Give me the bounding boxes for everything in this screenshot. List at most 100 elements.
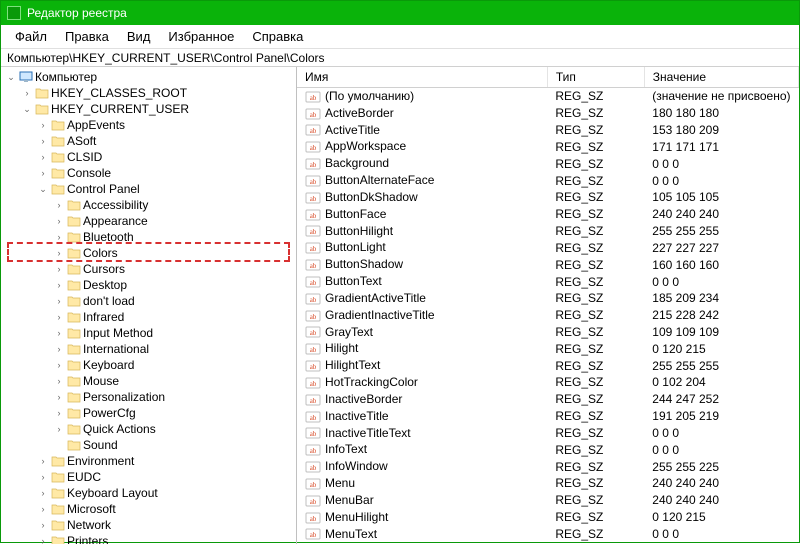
value-row[interactable]: abActiveTitleREG_SZ153 180 209 bbox=[297, 122, 799, 139]
value-row[interactable]: abButtonTextREG_SZ0 0 0 bbox=[297, 273, 799, 290]
value-row[interactable]: ab(По умолчанию)REG_SZ(значение не присв… bbox=[297, 88, 799, 105]
chevron-right-icon[interactable]: › bbox=[37, 503, 49, 515]
tree-item-console[interactable]: ›Console bbox=[35, 165, 296, 181]
tree-item-label: CLSID bbox=[67, 149, 102, 165]
chevron-right-icon[interactable]: › bbox=[53, 423, 65, 435]
tree-item-environment[interactable]: ›Environment bbox=[35, 453, 296, 469]
tree-item-quick-actions[interactable]: ›Quick Actions bbox=[51, 421, 296, 437]
menu-view[interactable]: Вид bbox=[119, 27, 159, 46]
chevron-right-icon[interactable]: › bbox=[53, 375, 65, 387]
chevron-right-icon[interactable]: › bbox=[37, 487, 49, 499]
value-row[interactable]: abButtonLightREG_SZ227 227 227 bbox=[297, 239, 799, 256]
chevron-right-icon[interactable]: › bbox=[21, 87, 33, 99]
chevron-right-icon[interactable]: › bbox=[53, 407, 65, 419]
menu-file[interactable]: Файл bbox=[7, 27, 55, 46]
tree-item-keyboard[interactable]: ›Keyboard bbox=[51, 357, 296, 373]
value-row[interactable]: abButtonAlternateFaceREG_SZ0 0 0 bbox=[297, 172, 799, 189]
chevron-right-icon[interactable]: › bbox=[53, 327, 65, 339]
svg-text:ab: ab bbox=[310, 279, 317, 287]
chevron-right-icon[interactable]: › bbox=[53, 231, 65, 243]
chevron-right-icon[interactable]: › bbox=[37, 119, 49, 131]
menu-help[interactable]: Справка bbox=[244, 27, 311, 46]
value-row[interactable]: abInactiveTitleREG_SZ191 205 219 bbox=[297, 408, 799, 425]
tree-item-don-t-load[interactable]: ›don't load bbox=[51, 293, 296, 309]
value-row[interactable]: abButtonShadowREG_SZ160 160 160 bbox=[297, 256, 799, 273]
value-row[interactable]: abBackgroundREG_SZ0 0 0 bbox=[297, 155, 799, 172]
tree-item-cursors[interactable]: ›Cursors bbox=[51, 261, 296, 277]
tree-item-control-panel[interactable]: ⌄Control Panel bbox=[35, 181, 296, 197]
chevron-right-icon[interactable]: › bbox=[37, 151, 49, 163]
chevron-right-icon[interactable]: › bbox=[53, 199, 65, 211]
tree-pane[interactable]: ⌄Компьютер›HKEY_CLASSES_ROOT⌄HKEY_CURREN… bbox=[1, 67, 297, 544]
chevron-right-icon[interactable]: › bbox=[53, 391, 65, 403]
column-header-type[interactable]: Тип bbox=[547, 67, 644, 88]
tree-item-sound[interactable]: Sound bbox=[51, 437, 296, 453]
chevron-right-icon[interactable]: › bbox=[37, 167, 49, 179]
value-row[interactable]: abHilightREG_SZ0 120 215 bbox=[297, 340, 799, 357]
value-row[interactable]: abHotTrackingColorREG_SZ0 102 204 bbox=[297, 374, 799, 391]
value-row[interactable]: abButtonFaceREG_SZ240 240 240 bbox=[297, 206, 799, 223]
chevron-right-icon[interactable]: › bbox=[37, 519, 49, 531]
tree-item-asoft[interactable]: ›ASoft bbox=[35, 133, 296, 149]
tree-item-infrared[interactable]: ›Infrared bbox=[51, 309, 296, 325]
tree-item-computer[interactable]: ⌄Компьютер bbox=[3, 69, 296, 85]
chevron-down-icon[interactable]: ⌄ bbox=[5, 71, 17, 83]
tree-item-eudc[interactable]: ›EUDC bbox=[35, 469, 296, 485]
tree-item-printers[interactable]: ›Printers bbox=[35, 533, 296, 544]
value-row[interactable]: abMenuBarREG_SZ240 240 240 bbox=[297, 492, 799, 509]
value-row[interactable]: abInfoTextREG_SZ0 0 0 bbox=[297, 441, 799, 458]
chevron-right-icon[interactable]: › bbox=[37, 455, 49, 467]
tree-item-bluetooth[interactable]: ›Bluetooth bbox=[51, 229, 296, 245]
chevron-right-icon[interactable]: › bbox=[37, 135, 49, 147]
tree-item-microsoft[interactable]: ›Microsoft bbox=[35, 501, 296, 517]
value-data: 0 102 204 bbox=[644, 374, 798, 391]
address-bar[interactable]: Компьютер\HKEY_CURRENT_USER\Control Pane… bbox=[1, 49, 799, 67]
tree-item-appevents[interactable]: ›AppEvents bbox=[35, 117, 296, 133]
tree-item-network[interactable]: ›Network bbox=[35, 517, 296, 533]
chevron-right-icon[interactable]: › bbox=[53, 295, 65, 307]
value-row[interactable]: abButtonHilightREG_SZ255 255 255 bbox=[297, 223, 799, 240]
value-row[interactable]: abMenuTextREG_SZ0 0 0 bbox=[297, 526, 799, 543]
chevron-right-icon[interactable]: › bbox=[53, 263, 65, 275]
chevron-right-icon[interactable]: › bbox=[53, 343, 65, 355]
value-row[interactable]: abMenuREG_SZ240 240 240 bbox=[297, 475, 799, 492]
tree-item-hkcr[interactable]: ›HKEY_CLASSES_ROOT bbox=[19, 85, 296, 101]
tree-item-accessibility[interactable]: ›Accessibility bbox=[51, 197, 296, 213]
column-header-value[interactable]: Значение bbox=[644, 67, 798, 88]
value-row[interactable]: abActiveBorderREG_SZ180 180 180 bbox=[297, 105, 799, 122]
value-row[interactable]: abInactiveBorderREG_SZ244 247 252 bbox=[297, 391, 799, 408]
value-row[interactable]: abAppWorkspaceREG_SZ171 171 171 bbox=[297, 138, 799, 155]
tree-item-mouse[interactable]: ›Mouse bbox=[51, 373, 296, 389]
tree-item-appearance[interactable]: ›Appearance bbox=[51, 213, 296, 229]
chevron-right-icon[interactable]: › bbox=[37, 471, 49, 483]
tree-item-hkcu[interactable]: ⌄HKEY_CURRENT_USER bbox=[19, 101, 296, 117]
menu-favorites[interactable]: Избранное bbox=[160, 27, 242, 46]
tree-item-input-method[interactable]: ›Input Method bbox=[51, 325, 296, 341]
tree-item-colors[interactable]: ›Colors bbox=[51, 245, 296, 261]
column-header-name[interactable]: Имя bbox=[297, 67, 547, 88]
chevron-right-icon[interactable]: › bbox=[53, 359, 65, 371]
chevron-right-icon[interactable]: › bbox=[53, 279, 65, 291]
tree-item-clsid[interactable]: › CLSID bbox=[35, 149, 296, 165]
value-row[interactable]: abGradientInactiveTitleREG_SZ215 228 242 bbox=[297, 307, 799, 324]
chevron-right-icon[interactable]: › bbox=[53, 311, 65, 323]
value-row[interactable]: abButtonDkShadowREG_SZ105 105 105 bbox=[297, 189, 799, 206]
menu-edit[interactable]: Правка bbox=[57, 27, 117, 46]
values-pane[interactable]: Имя Тип Значение ab(По умолчанию)REG_SZ(… bbox=[297, 67, 799, 544]
value-row[interactable]: abMenuHilightREG_SZ0 120 215 bbox=[297, 509, 799, 526]
value-row[interactable]: abGradientActiveTitleREG_SZ185 209 234 bbox=[297, 290, 799, 307]
tree-item-international[interactable]: ›International bbox=[51, 341, 296, 357]
tree-item-powercfg[interactable]: ›PowerCfg bbox=[51, 405, 296, 421]
chevron-down-icon[interactable]: ⌄ bbox=[21, 103, 33, 115]
value-row[interactable]: abGrayTextREG_SZ109 109 109 bbox=[297, 324, 799, 341]
value-row[interactable]: abInfoWindowREG_SZ255 255 225 bbox=[297, 458, 799, 475]
value-row[interactable]: abInactiveTitleTextREG_SZ0 0 0 bbox=[297, 425, 799, 442]
tree-item-personalization[interactable]: ›Personalization bbox=[51, 389, 296, 405]
tree-item-keyboard-layout[interactable]: ›Keyboard Layout bbox=[35, 485, 296, 501]
chevron-down-icon[interactable]: ⌄ bbox=[37, 183, 49, 195]
chevron-right-icon[interactable]: › bbox=[53, 247, 65, 259]
value-row[interactable]: abHilightTextREG_SZ255 255 255 bbox=[297, 357, 799, 374]
chevron-right-icon[interactable]: › bbox=[53, 215, 65, 227]
string-value-icon: ab bbox=[305, 460, 321, 474]
tree-item-desktop[interactable]: ›Desktop bbox=[51, 277, 296, 293]
